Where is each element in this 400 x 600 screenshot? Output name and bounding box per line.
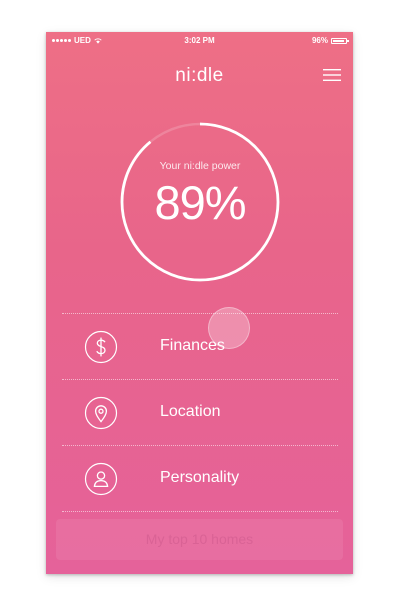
- power-gauge-label: Your ni:dle power: [159, 160, 241, 172]
- app-logo: ni:dle: [175, 65, 224, 86]
- battery-percentage: 96%: [311, 36, 328, 45]
- battery-icon: [331, 37, 349, 44]
- divider: [62, 379, 338, 380]
- divider: [62, 511, 338, 512]
- dollar-icon: [84, 330, 118, 364]
- location-pin-icon: [84, 396, 118, 430]
- touch-indicator: [208, 307, 250, 349]
- status-right: 96%: [311, 36, 349, 45]
- category-row-finances[interactable]: Finances: [62, 315, 338, 379]
- power-gauge: Your ni:dle power 89%: [118, 120, 282, 284]
- app-screen: UED 3:02 PM 96% ni:dle Your ni:dle power…: [46, 32, 353, 574]
- status-time: 3:02 PM: [184, 36, 215, 45]
- divider: [62, 313, 338, 314]
- category-label-personality: Personality: [160, 469, 240, 486]
- power-gauge-value: 89%: [154, 176, 246, 229]
- status-bar: UED 3:02 PM 96%: [46, 32, 353, 48]
- hamburger-menu-icon[interactable]: [323, 68, 341, 82]
- top-homes-button[interactable]: My top 10 homes: [56, 519, 343, 560]
- category-row-personality[interactable]: Personality: [62, 447, 338, 511]
- person-icon: [84, 462, 118, 496]
- category-row-location[interactable]: Location: [62, 381, 338, 445]
- divider: [62, 445, 338, 446]
- category-label-location: Location: [160, 403, 221, 420]
